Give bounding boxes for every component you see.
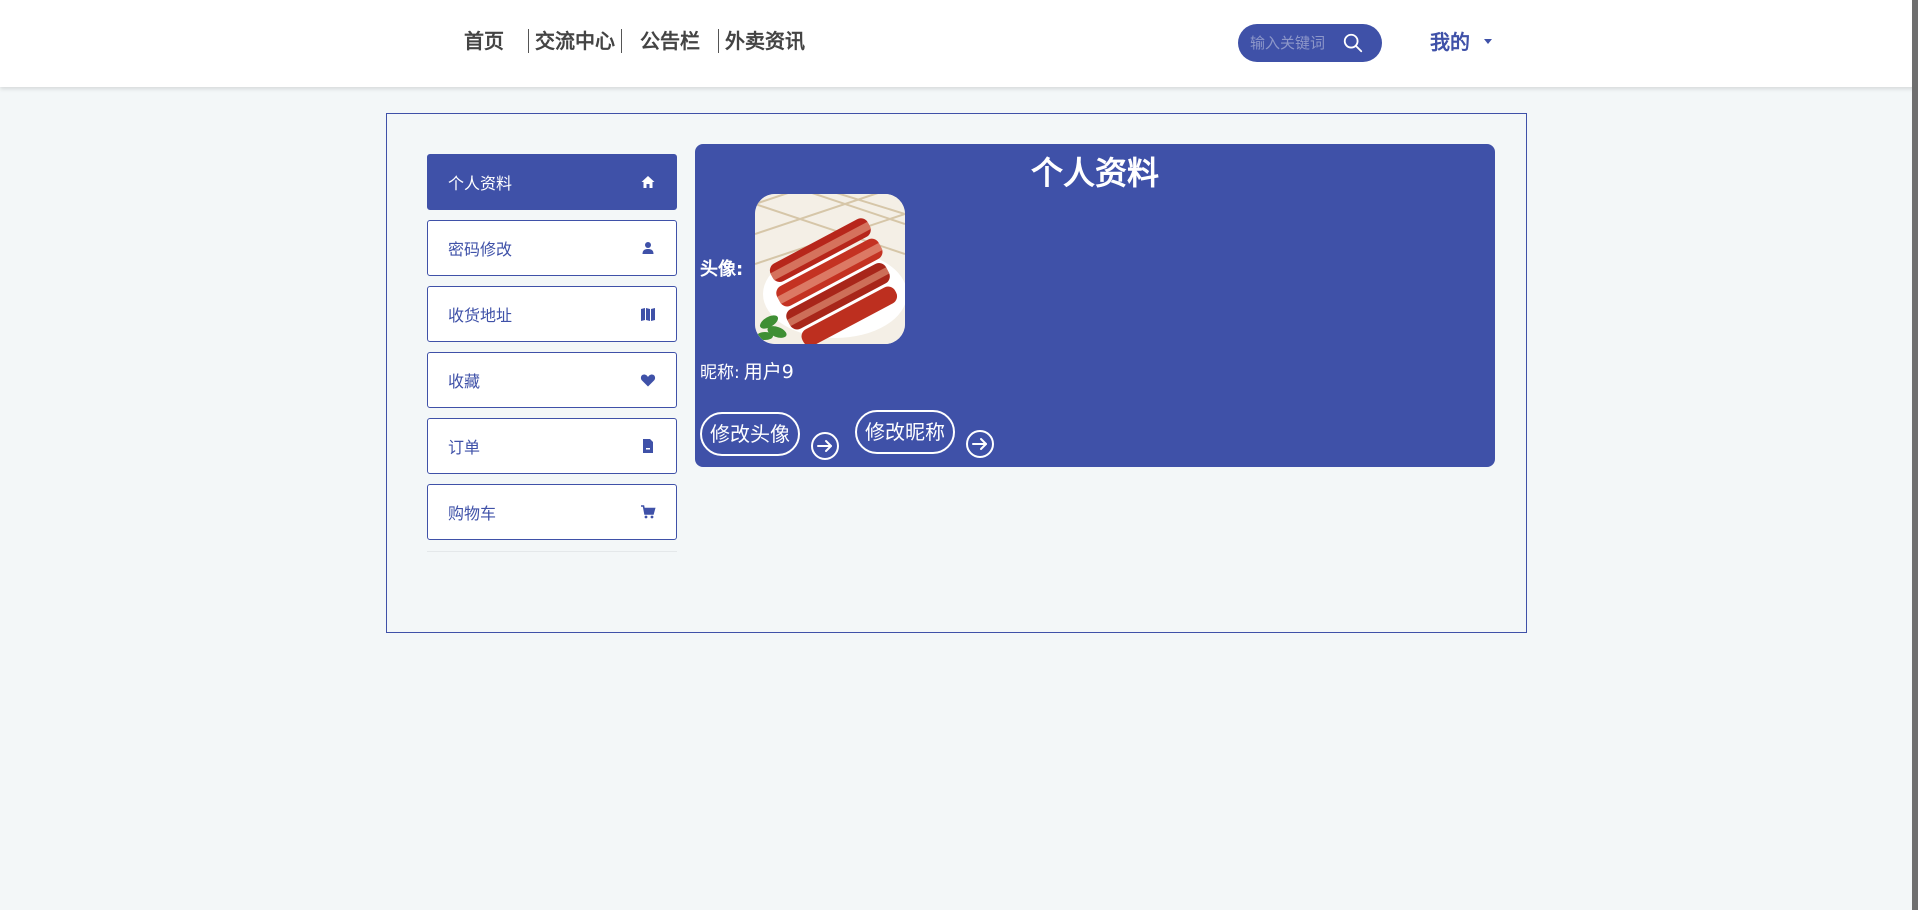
search-input[interactable] [1250, 34, 1340, 52]
sidebar-item-address[interactable]: 收货地址 [427, 286, 677, 342]
sidebar-item-label: 密码修改 [448, 240, 513, 259]
user-menu-label: 我的 [1430, 30, 1470, 54]
nav-item-announcements[interactable]: 公告栏 [622, 28, 718, 54]
nav-item-home[interactable]: 首页 [458, 28, 528, 54]
avatar-image [755, 194, 905, 344]
sidebar-item-label: 收藏 [448, 372, 481, 391]
sidebar-item-orders[interactable]: 订单 [427, 418, 677, 474]
profile-panel: 个人资料 头像: 昵称: 用户9 修改头像 修改昵称 [695, 144, 1495, 467]
change-avatar-button[interactable]: 修改头像 [700, 412, 800, 456]
search-icon[interactable] [1342, 32, 1364, 54]
cart-icon [641, 505, 656, 519]
nickname-label: 昵称: [700, 363, 740, 383]
sidebar-item-profile[interactable]: 个人资料 [427, 154, 677, 210]
sidebar-item-label: 收货地址 [448, 306, 513, 325]
sidebar-menu: 个人资料 密码修改 收货地址 收藏 订单 购物车 [427, 154, 677, 550]
page-scrollbar[interactable] [1912, 0, 1918, 910]
sidebar-item-label: 购物车 [448, 504, 497, 523]
sidebar-divider [427, 551, 677, 552]
nav-item-delivery-news[interactable]: 外卖资讯 [719, 28, 811, 54]
top-navbar: 首页 交流中心 公告栏 外卖资讯 我的 [0, 0, 1918, 87]
caret-down-icon [1484, 39, 1492, 44]
user-icon [642, 242, 654, 254]
search-box [1238, 24, 1382, 62]
change-nickname-button[interactable]: 修改昵称 [855, 410, 955, 454]
sidebar-item-password[interactable]: 密码修改 [427, 220, 677, 276]
nickname-value: 用户9 [743, 361, 794, 383]
home-icon [641, 176, 655, 188]
user-menu-dropdown[interactable]: 我的 [1430, 26, 1492, 55]
map-icon [641, 308, 655, 321]
nickname-row: 昵称: 用户9 [700, 357, 794, 384]
sidebar-item-label: 个人资料 [448, 174, 513, 193]
avatar-label: 头像: [700, 259, 744, 280]
sidebar-item-label: 订单 [448, 438, 481, 457]
bbq-pork-photo [755, 194, 905, 344]
content-frame: 个人资料 密码修改 收货地址 收藏 订单 购物车 个人资料 头像: 昵称: 用户… [386, 113, 1527, 633]
sidebar-item-cart[interactable]: 购物车 [427, 484, 677, 540]
arrow-right-circle-icon[interactable] [810, 431, 840, 461]
heart-icon [640, 374, 656, 387]
page-title: 个人资料 [1030, 154, 1159, 192]
sidebar-item-favorites[interactable]: 收藏 [427, 352, 677, 408]
arrow-right-circle-icon[interactable] [965, 429, 995, 459]
nav-item-community[interactable]: 交流中心 [529, 28, 621, 54]
document-icon [643, 439, 653, 453]
main-nav: 首页 交流中心 公告栏 外卖资讯 [458, 28, 811, 54]
